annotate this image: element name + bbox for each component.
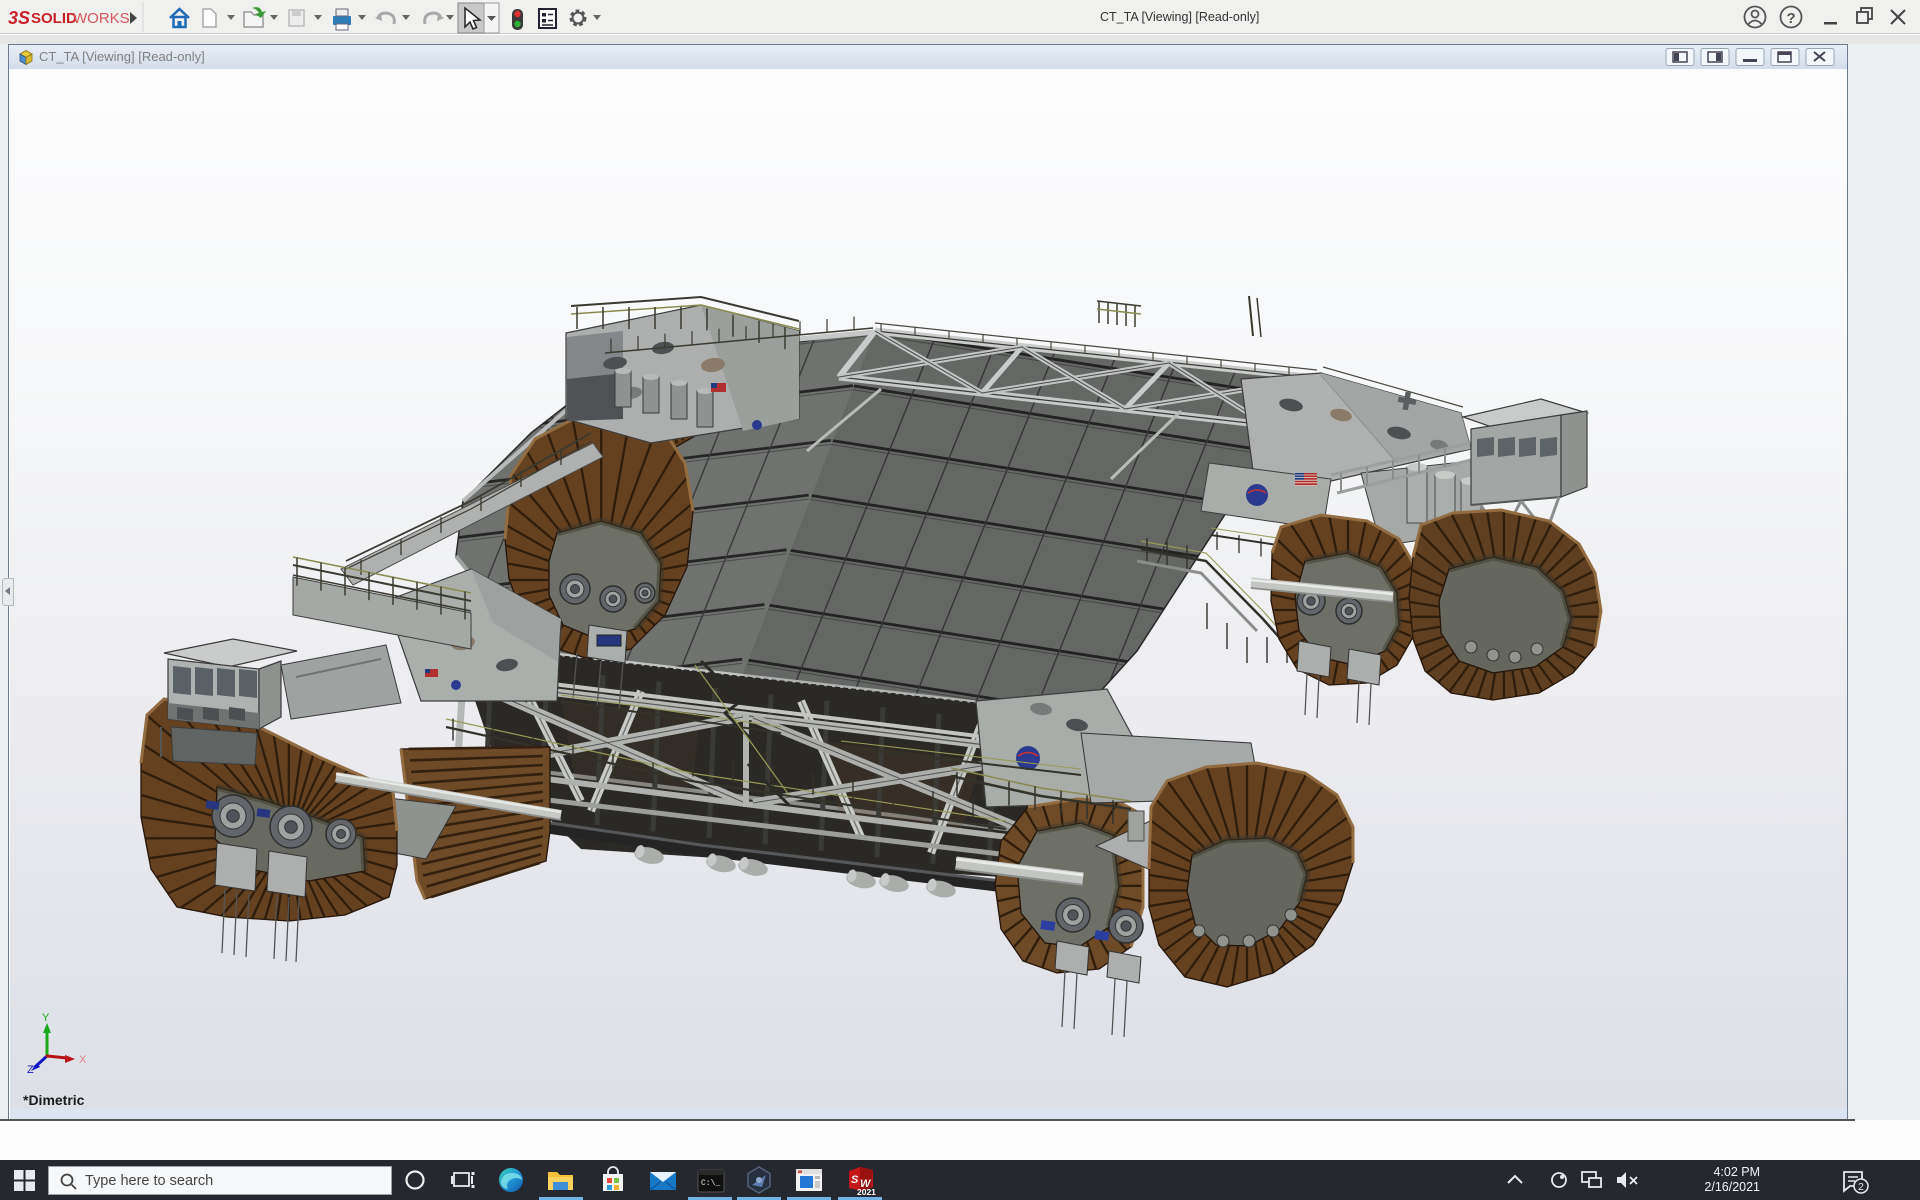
svg-text:C:\_: C:\_ — [701, 1179, 720, 1188]
svg-text:*Dimetric: *Dimetric — [23, 1092, 85, 1108]
svg-text:Y: Y — [42, 1012, 50, 1024]
svg-text:SOLID: SOLID — [31, 10, 77, 27]
svg-text:S: S — [851, 1174, 859, 1186]
svg-text:WORKS: WORKS — [73, 10, 130, 27]
svg-text:X: X — [79, 1054, 87, 1066]
svg-text:3S: 3S — [8, 8, 30, 28]
svg-text:Z: Z — [27, 1064, 34, 1076]
svg-text:2: 2 — [1858, 1181, 1864, 1193]
svg-text:2021: 2021 — [857, 1187, 876, 1197]
svg-text:?: ? — [1787, 10, 1796, 27]
